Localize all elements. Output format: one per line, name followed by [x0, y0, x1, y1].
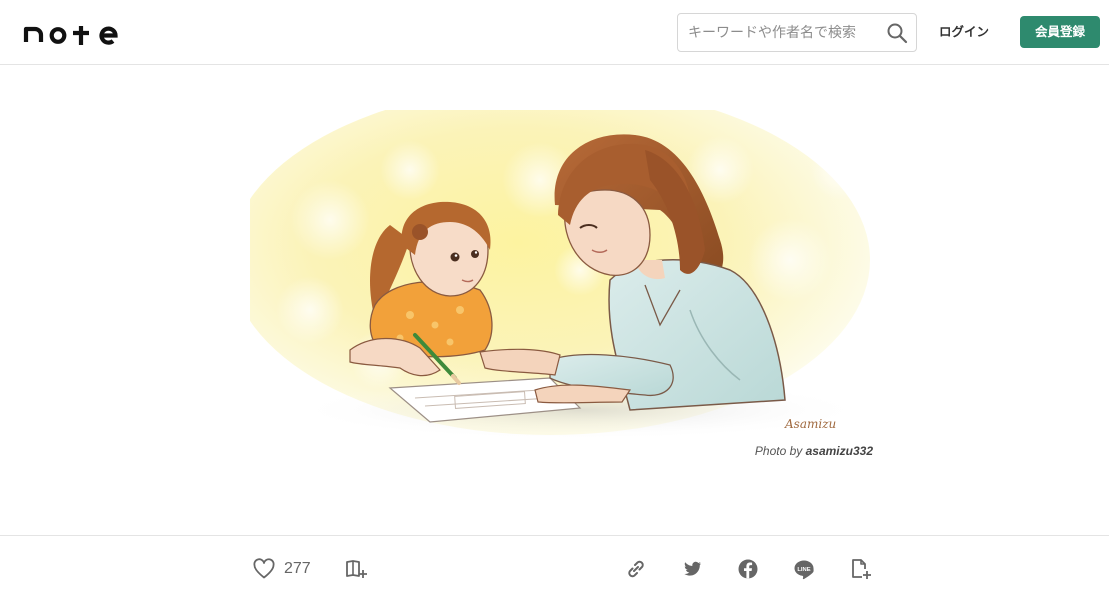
photo-credit: Photo by asamizu332: [560, 444, 873, 458]
signup-button[interactable]: 会員登録: [1020, 16, 1100, 48]
photo-credit-author[interactable]: asamizu332: [806, 444, 873, 458]
search-input[interactable]: [678, 14, 878, 51]
heart-icon[interactable]: [251, 556, 277, 582]
login-button[interactable]: ログイン: [930, 22, 998, 42]
illustration-signature: Asamizu: [784, 417, 836, 431]
facebook-icon[interactable]: [735, 556, 761, 582]
photo-credit-prefix: Photo by: [754, 444, 803, 458]
site-header: ログイン 会員登録: [0, 0, 1109, 65]
twitter-icon[interactable]: [679, 556, 705, 582]
link-icon[interactable]: [623, 556, 649, 582]
svg-text:LINE: LINE: [797, 567, 810, 573]
line-icon[interactable]: LINE: [791, 556, 817, 582]
article-action-bar: 277 LINE: [0, 535, 1109, 600]
header-illustration: Asamizu: [250, 110, 873, 440]
magazine-add-icon[interactable]: [343, 556, 369, 582]
note-logo[interactable]: [23, 18, 123, 48]
file-add-icon[interactable]: [847, 556, 873, 582]
search-icon[interactable]: [886, 22, 908, 44]
like-count: 277: [284, 560, 311, 577]
search-box: [677, 13, 917, 52]
